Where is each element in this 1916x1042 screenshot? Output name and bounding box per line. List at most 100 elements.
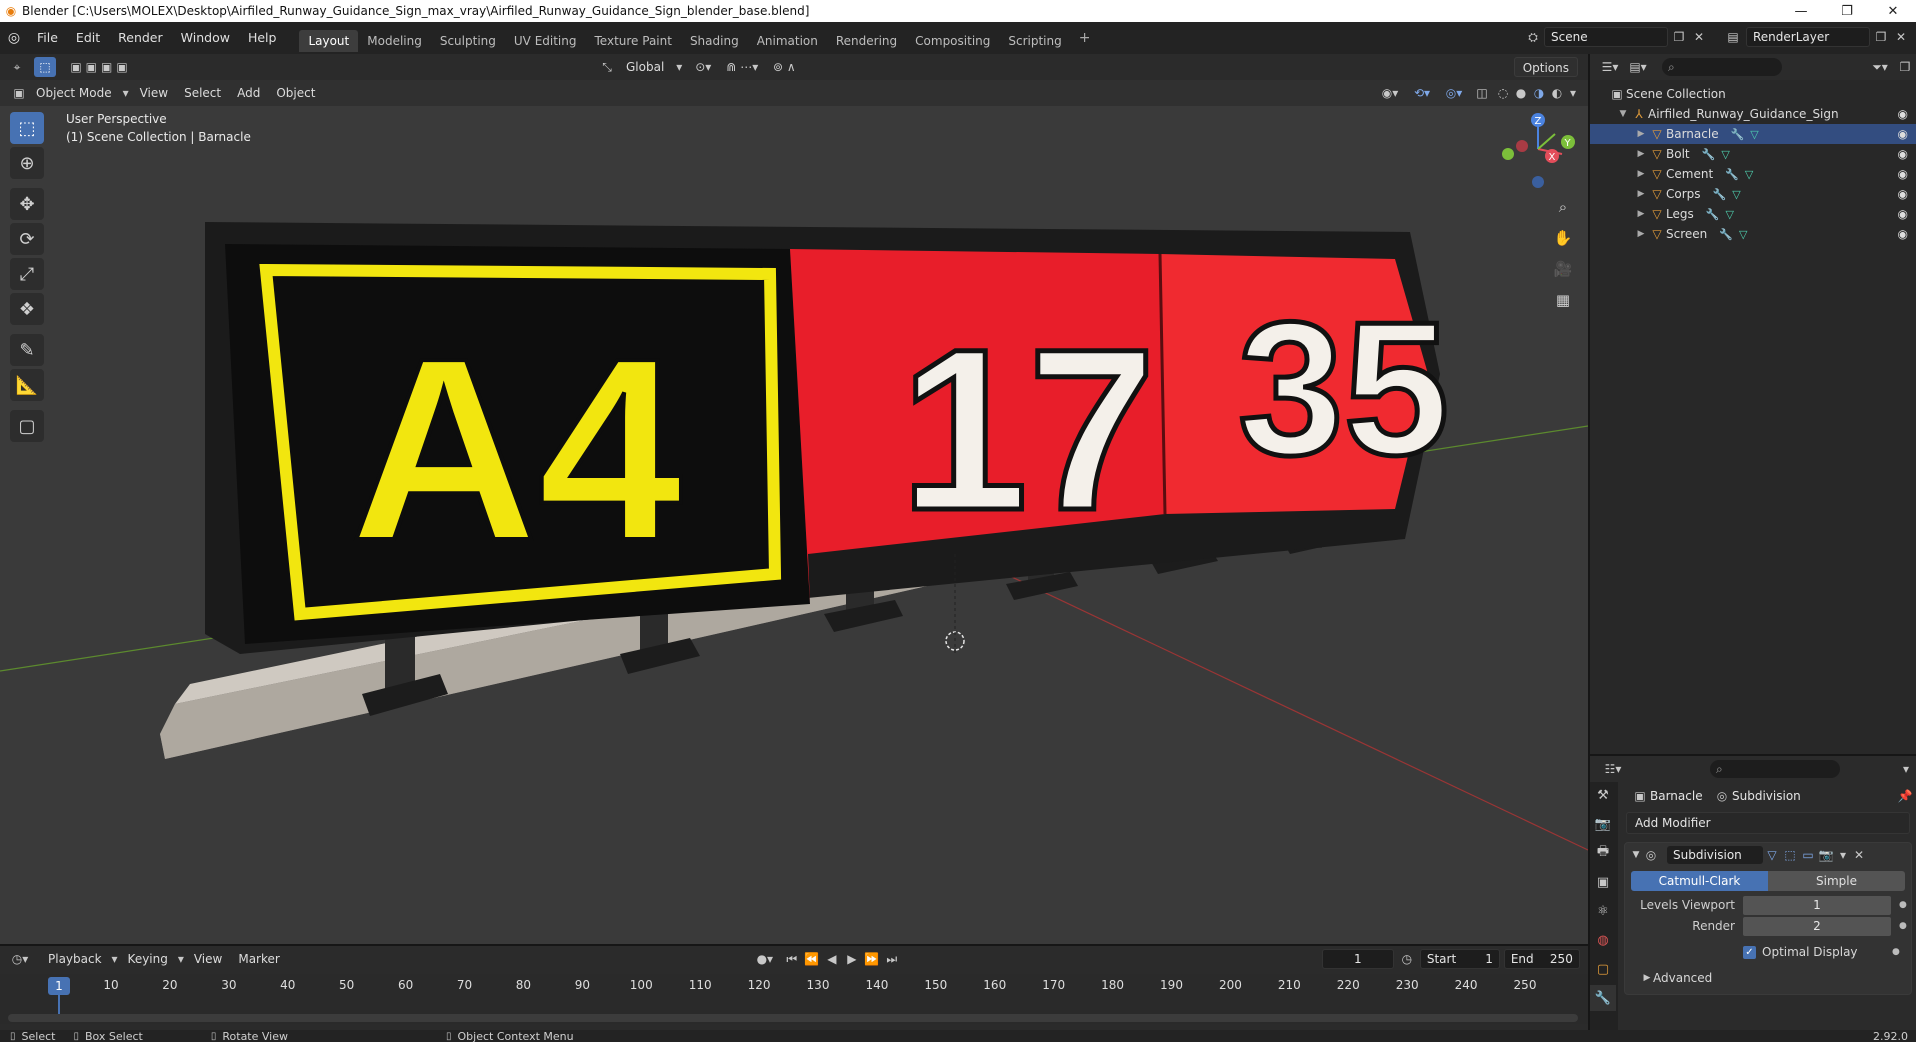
- collapse-arrow-icon[interactable]: ▼: [1631, 850, 1641, 860]
- play-reverse-icon[interactable]: ◀: [822, 952, 842, 966]
- display-mode-icon[interactable]: ▤▾: [1624, 60, 1652, 74]
- chevron-down-icon[interactable]: ▾: [176, 952, 186, 966]
- outliner-editor-icon[interactable]: ☰▾: [1596, 60, 1624, 74]
- tab-texture-paint[interactable]: Texture Paint: [586, 30, 681, 52]
- blender-menu-icon[interactable]: ◎: [0, 30, 28, 46]
- modifier-wrench-icon[interactable]: 🔧: [1719, 228, 1733, 241]
- modifier-name-field[interactable]: Subdivision: [1667, 846, 1763, 864]
- scene-tab-icon[interactable]: ⚛: [1590, 898, 1616, 924]
- filter-icon[interactable]: ⏷▾: [1866, 60, 1894, 75]
- tab-modeling[interactable]: Modeling: [358, 30, 431, 52]
- modifier-wrench-icon[interactable]: 🔧: [1713, 188, 1727, 201]
- eye-icon[interactable]: ◉: [1898, 207, 1908, 221]
- modifier-wrench-icon[interactable]: 🔧: [1725, 168, 1739, 181]
- new-collection-icon[interactable]: ❐: [1894, 60, 1916, 74]
- outliner-object-bolt[interactable]: ▶ ▽ Bolt 🔧 ▽ ◉: [1590, 144, 1916, 164]
- mesh-data-icon[interactable]: ▽: [1750, 128, 1758, 141]
- tab-sculpting[interactable]: Sculpting: [431, 30, 505, 52]
- eye-icon[interactable]: ◉: [1898, 127, 1908, 141]
- timeline-menu-marker[interactable]: Marker: [230, 949, 287, 969]
- optimal-display-checkbox[interactable]: ✓: [1743, 945, 1756, 959]
- properties-search-input[interactable]: ⌕: [1710, 760, 1840, 778]
- options-dropdown[interactable]: Options: [1513, 57, 1578, 77]
- eye-icon[interactable]: ◉: [1898, 167, 1908, 181]
- cage-toggle-icon[interactable]: ⬚: [1781, 848, 1799, 862]
- stopwatch-icon[interactable]: ◷: [1394, 952, 1420, 966]
- current-frame-field[interactable]: 1: [1321, 949, 1394, 969]
- play-icon[interactable]: ▶: [842, 952, 862, 966]
- menu-edit[interactable]: Edit: [67, 26, 109, 50]
- outliner-object-legs[interactable]: ▶ ▽ Legs 🔧 ▽ ◉: [1590, 204, 1916, 224]
- scene-icon[interactable]: ⛭: [1522, 30, 1544, 45]
- pan-hand-icon[interactable]: ✋: [1550, 225, 1576, 251]
- keyframe-dot-icon[interactable]: ●: [1892, 947, 1900, 957]
- outliner-collection-row[interactable]: ▼ ⅄ Airfiled_Runway_Guidance_Sign ◉: [1590, 104, 1916, 124]
- modifier-wrench-icon[interactable]: 🔧: [1706, 208, 1720, 221]
- remove-modifier-icon[interactable]: ✕: [1851, 848, 1867, 862]
- expand-arrow-icon[interactable]: ▶: [1634, 209, 1648, 219]
- viewport-toggle-icon[interactable]: ▭: [1799, 848, 1817, 862]
- outliner-object-screen[interactable]: ▶ ▽ Screen 🔧 ▽ ◉: [1590, 224, 1916, 244]
- next-keyframe-icon[interactable]: ⏩: [862, 952, 882, 966]
- eye-icon[interactable]: ◉: [1898, 107, 1908, 121]
- snap-icon[interactable]: ⋒ ⋯▾: [720, 60, 764, 74]
- new-layer-icon[interactable]: ❐: [1870, 30, 1892, 44]
- eye-icon[interactable]: ◉: [1898, 147, 1908, 161]
- tab-rendering[interactable]: Rendering: [827, 30, 906, 52]
- annotate-tool-icon[interactable]: ✎: [10, 334, 44, 366]
- view-layer-tab-icon[interactable]: ▣: [1590, 869, 1616, 895]
- outliner-scene-collection[interactable]: ▣ Scene Collection: [1590, 84, 1916, 104]
- expand-arrow-icon[interactable]: ▶: [1634, 229, 1648, 239]
- outliner-object-barnacle[interactable]: ▶ ▽ Barnacle 🔧 ▽ ◉: [1590, 124, 1916, 144]
- add-cube-tool-icon[interactable]: ▢: [10, 410, 44, 442]
- expand-arrow-icon[interactable]: ▶: [1634, 149, 1648, 159]
- tab-scripting[interactable]: Scripting: [999, 30, 1070, 52]
- add-workspace-icon[interactable]: +: [1071, 30, 1099, 46]
- 3d-viewport[interactable]: A4 17 35 Z X Y ⌖ ⬚ ▣▣▣▣ ⤡ Global ▾ ⊙▾ ⋒ …: [0, 54, 1588, 944]
- playhead-frame-indicator[interactable]: 1: [48, 977, 70, 995]
- render-levels-field[interactable]: 2: [1743, 916, 1891, 936]
- modifier-wrench-icon[interactable]: 🔧: [1731, 128, 1745, 141]
- render-layer-field[interactable]: RenderLayer: [1746, 27, 1870, 47]
- levels-viewport-field[interactable]: 1: [1743, 895, 1891, 915]
- add-modifier-dropdown[interactable]: Add Modifier: [1626, 812, 1910, 834]
- camera-icon[interactable]: 🎥: [1550, 256, 1576, 282]
- modifier-wrench-icon[interactable]: 🔧: [1702, 148, 1716, 161]
- timeline-scrollbar[interactable]: [8, 1014, 1578, 1022]
- transform-orientation-icon[interactable]: ⤡: [596, 60, 618, 75]
- render-tab-icon[interactable]: 📷: [1590, 811, 1616, 837]
- overlay-toggle-icon[interactable]: ◎▾: [1438, 86, 1470, 100]
- scale-tool-icon[interactable]: ⤢: [10, 258, 44, 290]
- timeline-menu-playback[interactable]: Playback: [40, 949, 110, 969]
- collapse-arrow-icon[interactable]: ▼: [1616, 109, 1630, 119]
- scene-name-field[interactable]: Scene: [1544, 27, 1668, 47]
- menu-window[interactable]: Window: [172, 26, 239, 50]
- new-scene-icon[interactable]: ❐: [1668, 30, 1690, 44]
- tab-animation[interactable]: Animation: [748, 30, 827, 52]
- expand-arrow-icon[interactable]: ▶: [1634, 129, 1648, 139]
- editor-type-icon[interactable]: ⌖: [0, 60, 34, 75]
- measure-tool-icon[interactable]: 📐: [10, 369, 44, 401]
- properties-editor-icon[interactable]: ☷▾: [1598, 762, 1628, 776]
- chevron-down-icon[interactable]: ▾: [110, 952, 120, 966]
- jump-end-icon[interactable]: ⏭: [882, 952, 902, 967]
- delete-scene-icon[interactable]: ✕: [1690, 30, 1708, 44]
- render-layer-icon[interactable]: ▤: [1720, 30, 1746, 44]
- object-tab-icon[interactable]: ▢: [1590, 956, 1616, 982]
- record-icon[interactable]: ●▾: [748, 952, 782, 966]
- xray-icon[interactable]: ◫: [1470, 86, 1494, 100]
- maximize-button[interactable]: ❐: [1824, 0, 1870, 22]
- mesh-data-icon[interactable]: ▽: [1739, 228, 1747, 241]
- ortho-grid-icon[interactable]: ▦: [1550, 287, 1576, 313]
- chevron-down-icon[interactable]: ▾: [1835, 848, 1851, 862]
- pin-icon[interactable]: 📌: [1894, 789, 1916, 803]
- keyframe-dot-icon[interactable]: ●: [1899, 900, 1907, 910]
- visibility-icon[interactable]: ◉▾: [1374, 86, 1406, 100]
- viewport-menu-add[interactable]: Add: [229, 83, 268, 103]
- expand-arrow-icon[interactable]: ▶: [1634, 189, 1648, 199]
- object-mode-dropdown[interactable]: Object Mode: [28, 83, 120, 103]
- delete-layer-icon[interactable]: ✕: [1892, 30, 1910, 44]
- chevron-down-icon[interactable]: ▾: [1896, 762, 1916, 776]
- pivot-icon[interactable]: ⊙▾: [686, 60, 720, 74]
- mesh-data-icon[interactable]: ▽: [1732, 188, 1740, 201]
